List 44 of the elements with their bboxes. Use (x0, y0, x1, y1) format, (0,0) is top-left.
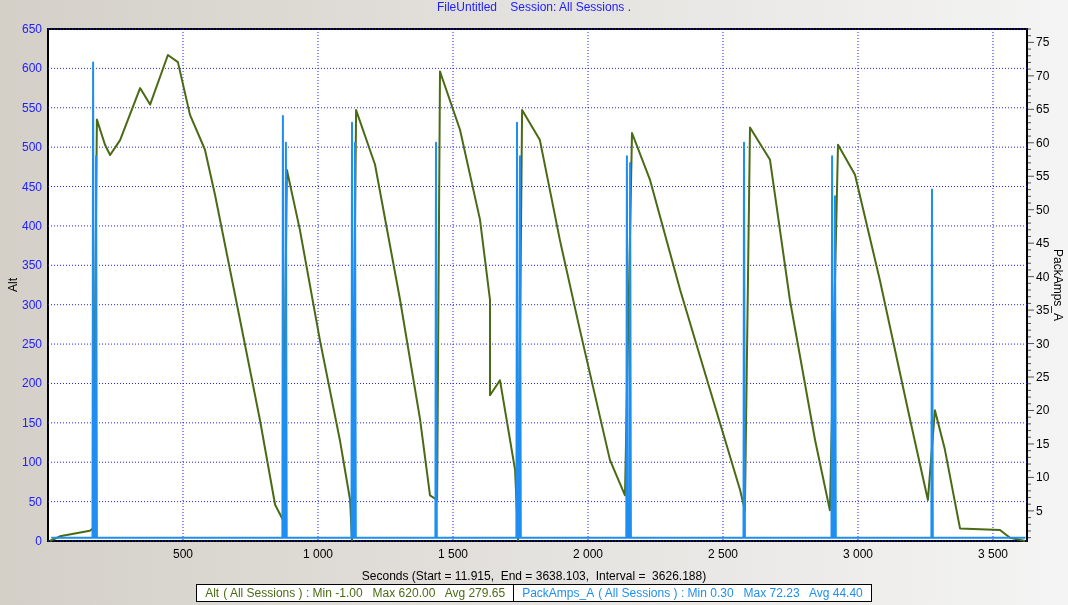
axis-tick-label: 55 (1036, 169, 1050, 184)
axis-tick-label: 250 (21, 337, 42, 352)
axis-tick-label: 1 500 (438, 547, 468, 561)
axis-tick-label: 40 (1036, 269, 1050, 284)
axis-tick-label: 15 (1036, 436, 1050, 451)
axis-tick-label: 50 (28, 494, 42, 509)
axis-tick-label: 5 (1036, 503, 1043, 518)
axis-title: Seconds (Start = 11.915, End = 3638.103, Interval = 3626.188) (361, 569, 707, 583)
axis-tick-label: 70 (1036, 68, 1050, 83)
axis-tick-label: 3 500 (977, 547, 1008, 561)
chart-title: FileUntitled Session: All Sessions . (436, 0, 632, 14)
axis-tick-label: 2 000 (572, 547, 603, 561)
axis-title: PackAmps_A (1051, 249, 1065, 321)
axis-tick-label: 650 (21, 22, 42, 36)
axis-tick-label: 450 (21, 179, 42, 194)
axis-tick-label: 500 (21, 140, 42, 155)
axis-tick-label: 30 (1036, 336, 1050, 351)
axis-tick-label: 400 (21, 218, 42, 233)
axis-tick-label: 600 (21, 61, 42, 76)
axis-tick-label: 65 (1036, 102, 1050, 117)
axis-tick-label: 60 (1036, 135, 1050, 150)
axis-tick-label: 300 (21, 297, 42, 312)
axis-tick-label: 3 000 (842, 547, 873, 561)
axis-tick-label: 100 (21, 455, 42, 470)
axis-tick-label: 2 500 (707, 547, 738, 561)
axis-tick-label: 150 (21, 415, 42, 430)
axis-tick-label: 1 000 (303, 547, 333, 561)
axis-tick-label: 350 (21, 258, 42, 273)
legend-series-name: Alt (205, 585, 220, 601)
axis-title: Alt (6, 278, 20, 292)
axis-tick-label: 20 (1036, 403, 1050, 418)
legend-stats: ( All Sessions ) : Min 0.30 Max 72.23 Avg 44.40 (598, 585, 863, 601)
axis-tick-label: 10 (1036, 470, 1050, 485)
axis-tick-label: 200 (21, 376, 42, 391)
legend-series-name: PackAmps_A (522, 585, 595, 601)
axis-tick-label: 0 (35, 534, 42, 548)
axis-tick-label: 25 (1036, 370, 1050, 385)
axis-tick-label: 50 (1036, 202, 1050, 217)
axis-tick-label: 45 (1036, 236, 1050, 251)
axis-tick-label: 550 (21, 100, 42, 115)
axis-tick-label: 35 (1036, 303, 1050, 318)
legend-stats: ( All Sessions ) : Min -1.00 Max 620.00 Avg 279.65 (223, 585, 506, 601)
axis-tick-label: 75 (1036, 35, 1050, 50)
axis-tick-label: 500 (173, 547, 193, 561)
